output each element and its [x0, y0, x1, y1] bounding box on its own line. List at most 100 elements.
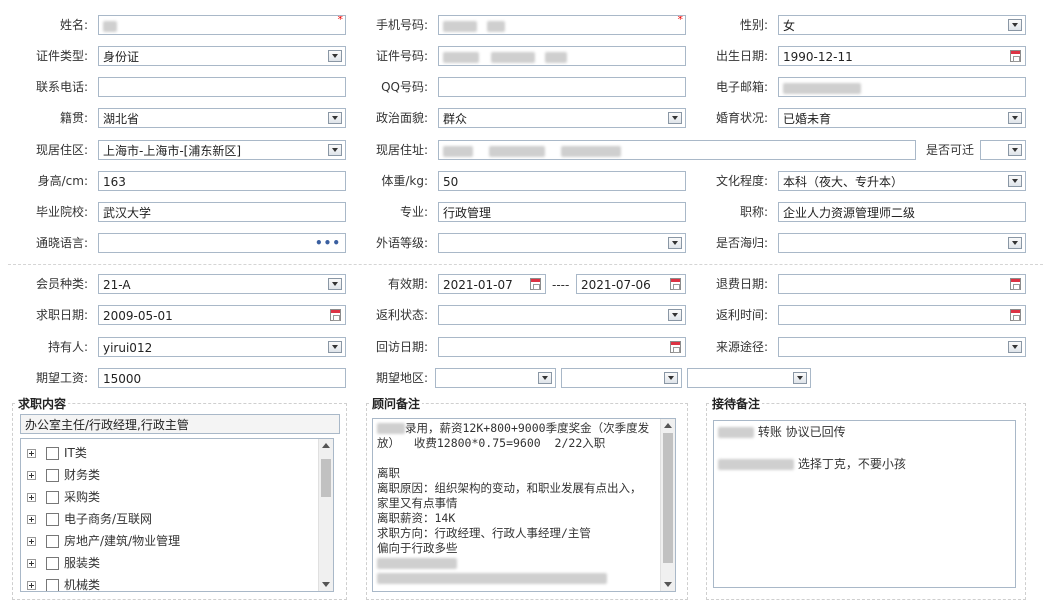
rebate-time-field[interactable]: [778, 305, 1026, 325]
chevron-down-icon[interactable]: [664, 372, 678, 384]
valid-end-field[interactable]: 2021-07-06: [576, 274, 686, 294]
expand-icon[interactable]: [27, 449, 36, 458]
checkbox[interactable]: [46, 535, 59, 548]
chevron-down-icon[interactable]: [328, 50, 342, 62]
mobile-field[interactable]: *: [438, 15, 686, 35]
tree-item[interactable]: 电子商务/互联网: [27, 509, 152, 529]
member-type-select[interactable]: 21-A: [98, 274, 346, 294]
height-label: 身高/cm:: [37, 174, 88, 188]
chevron-down-icon[interactable]: [668, 309, 682, 321]
chevron-down-icon[interactable]: [668, 237, 682, 249]
tree-scrollbar[interactable]: [318, 439, 333, 591]
native-place-select[interactable]: 湖北省: [98, 108, 346, 128]
consultant-notes-textarea[interactable]: 录用，薪资12K+800+9000季度奖金（次季度发 放） 收费12800*0.…: [372, 418, 676, 592]
chevron-down-icon[interactable]: [1008, 237, 1022, 249]
expand-icon[interactable]: [27, 515, 36, 524]
languages-field[interactable]: •••: [98, 233, 346, 253]
expand-icon[interactable]: [27, 559, 36, 568]
title-field[interactable]: 企业人力资源管理师二级: [778, 202, 1026, 222]
school-field[interactable]: 武汉大学: [98, 202, 346, 222]
notes-scrollbar[interactable]: [660, 419, 675, 591]
weight-field[interactable]: 50: [438, 171, 686, 191]
scroll-thumb[interactable]: [321, 459, 331, 497]
reception-notes-textarea[interactable]: 转账 协议已回传 选择丁克，不要小孩: [713, 420, 1016, 588]
scroll-up-icon[interactable]: [322, 443, 330, 448]
region-city-select[interactable]: [561, 368, 682, 388]
expected-salary-field[interactable]: 15000: [98, 368, 346, 388]
checkbox[interactable]: [46, 579, 59, 591]
chevron-down-icon[interactable]: [1008, 175, 1022, 187]
expand-icon[interactable]: [27, 471, 36, 480]
scroll-thumb[interactable]: [663, 433, 673, 563]
chevron-down-icon[interactable]: [538, 372, 552, 384]
current-area-select[interactable]: 上海市-上海市-[浦东新区]: [98, 140, 346, 160]
more-icon[interactable]: •••: [315, 237, 341, 249]
calendar-icon[interactable]: [530, 278, 541, 290]
checkbox[interactable]: [46, 469, 59, 482]
redacted-text: [377, 573, 607, 584]
id-number-field[interactable]: [438, 46, 686, 66]
calendar-icon[interactable]: [670, 278, 681, 290]
relocate-select[interactable]: [980, 140, 1026, 160]
major-label: 专业:: [399, 205, 428, 219]
revisit-date-field[interactable]: [438, 337, 686, 357]
scroll-down-icon[interactable]: [664, 582, 672, 587]
chevron-down-icon[interactable]: [1008, 19, 1022, 31]
education-select[interactable]: 本科（夜大、专升本）: [778, 171, 1026, 191]
checkbox[interactable]: [46, 491, 59, 504]
chevron-down-icon[interactable]: [328, 278, 342, 290]
political-status-select[interactable]: 群众: [438, 108, 686, 128]
tree-item[interactable]: IT类: [27, 443, 87, 463]
tree-item[interactable]: 房地产/建筑/物业管理: [27, 531, 180, 551]
chevron-down-icon[interactable]: [328, 341, 342, 353]
scroll-down-icon[interactable]: [322, 582, 330, 587]
scroll-up-icon[interactable]: [664, 423, 672, 428]
calendar-icon[interactable]: [1010, 278, 1021, 290]
tree-item[interactable]: 机械类: [27, 575, 100, 591]
current-address-field[interactable]: [438, 140, 916, 160]
qq-field[interactable]: [438, 77, 686, 97]
expand-icon[interactable]: [27, 493, 36, 502]
job-content-selected-field[interactable]: 办公室主任/行政经理,行政主管: [20, 414, 340, 434]
tree-item[interactable]: 采购类: [27, 487, 100, 507]
calendar-icon[interactable]: [330, 309, 341, 321]
expected-region-label: 期望地区:: [375, 371, 428, 385]
gender-select[interactable]: 女: [778, 15, 1026, 35]
source-select[interactable]: [778, 337, 1026, 357]
holder-select[interactable]: yirui012: [98, 337, 346, 357]
chevron-down-icon[interactable]: [328, 144, 342, 156]
expand-icon[interactable]: [27, 581, 36, 590]
calendar-icon[interactable]: [1010, 309, 1021, 321]
birth-date-field[interactable]: 1990-12-11: [778, 46, 1026, 66]
chevron-down-icon[interactable]: [1008, 112, 1022, 124]
calendar-icon[interactable]: [1010, 50, 1021, 62]
height-field[interactable]: 163: [98, 171, 346, 191]
tree-item[interactable]: 服装类: [27, 553, 100, 573]
chevron-down-icon[interactable]: [328, 112, 342, 124]
chevron-down-icon[interactable]: [1008, 341, 1022, 353]
calendar-icon[interactable]: [670, 341, 681, 353]
chevron-down-icon[interactable]: [1008, 144, 1022, 156]
checkbox[interactable]: [46, 557, 59, 570]
chevron-down-icon[interactable]: [793, 372, 807, 384]
foreign-level-select[interactable]: [438, 233, 686, 253]
education-label: 文化程度:: [715, 174, 768, 188]
job-date-field[interactable]: 2009-05-01: [98, 305, 346, 325]
marital-status-select[interactable]: 已婚未育: [778, 108, 1026, 128]
overseas-select[interactable]: [778, 233, 1026, 253]
name-field[interactable]: *: [98, 15, 346, 35]
region-district-select[interactable]: [687, 368, 811, 388]
rebate-status-select[interactable]: [438, 305, 686, 325]
phone-field[interactable]: [98, 77, 346, 97]
valid-start-field[interactable]: 2021-01-07: [438, 274, 546, 294]
chevron-down-icon[interactable]: [668, 112, 682, 124]
id-type-select[interactable]: 身份证: [98, 46, 346, 66]
checkbox[interactable]: [46, 513, 59, 526]
region-province-select[interactable]: [435, 368, 556, 388]
email-field[interactable]: [778, 77, 1026, 97]
checkbox[interactable]: [46, 447, 59, 460]
major-field[interactable]: 行政管理: [438, 202, 686, 222]
expand-icon[interactable]: [27, 537, 36, 546]
tree-item[interactable]: 财务类: [27, 465, 100, 485]
refund-date-field[interactable]: [778, 274, 1026, 294]
